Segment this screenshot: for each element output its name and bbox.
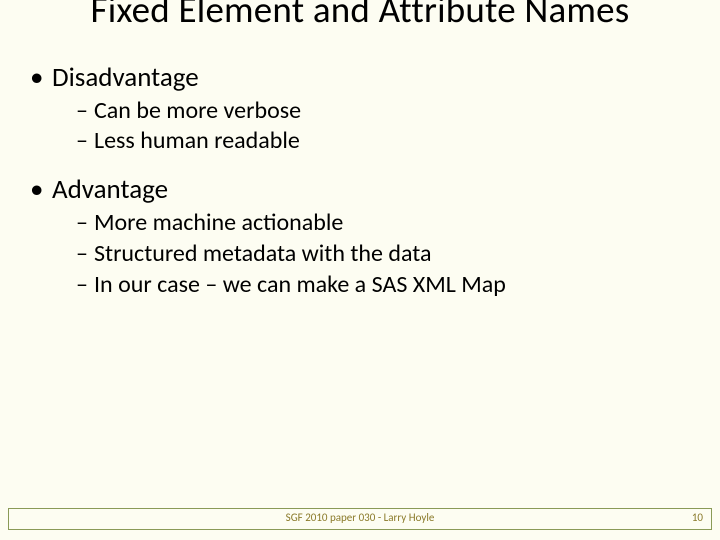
bullet-heading: Advantage [52, 173, 168, 206]
dash-icon: – [76, 239, 94, 270]
dash-icon: – [76, 96, 94, 127]
bullet-text: More machine actionable [94, 208, 343, 237]
slide: Fixed Element and Attribute Names •Disad… [0, 0, 720, 540]
bullet-level2: –Less human readable [76, 126, 700, 157]
dash-icon: – [76, 270, 94, 301]
footer-center-text: SGF 2010 paper 030 - Larry Hoyle [9, 511, 711, 524]
footer-page-number: 10 [692, 511, 703, 524]
bullet-text: Can be more verbose [94, 96, 301, 125]
slide-body: •Disadvantage –Can be more verbose –Less… [0, 41, 720, 301]
bullet-level2: –Structured metadata with the data [76, 239, 700, 270]
bullet-level1: •Advantage [30, 173, 700, 206]
bullet-dot-icon: • [30, 173, 52, 206]
bullet-text: Less human readable [94, 126, 300, 155]
spacer [30, 157, 700, 167]
slide-footer: SGF 2010 paper 030 - Larry Hoyle 10 [8, 508, 712, 530]
bullet-text: In our case – we can make a SAS XML Map [94, 270, 506, 299]
bullet-level2: –In our case – we can make a SAS XML Map [76, 270, 700, 301]
dash-icon: – [76, 126, 94, 157]
bullet-text: Structured metadata with the data [94, 239, 432, 268]
bullet-level2: –More machine actionable [76, 208, 700, 239]
bullet-level2: –Can be more verbose [76, 96, 700, 127]
dash-icon: – [76, 208, 94, 239]
bullet-level1: •Disadvantage [30, 61, 700, 94]
bullet-heading: Disadvantage [52, 61, 199, 94]
bullet-dot-icon: • [30, 61, 52, 94]
slide-title: Fixed Element and Attribute Names [0, 0, 720, 31]
